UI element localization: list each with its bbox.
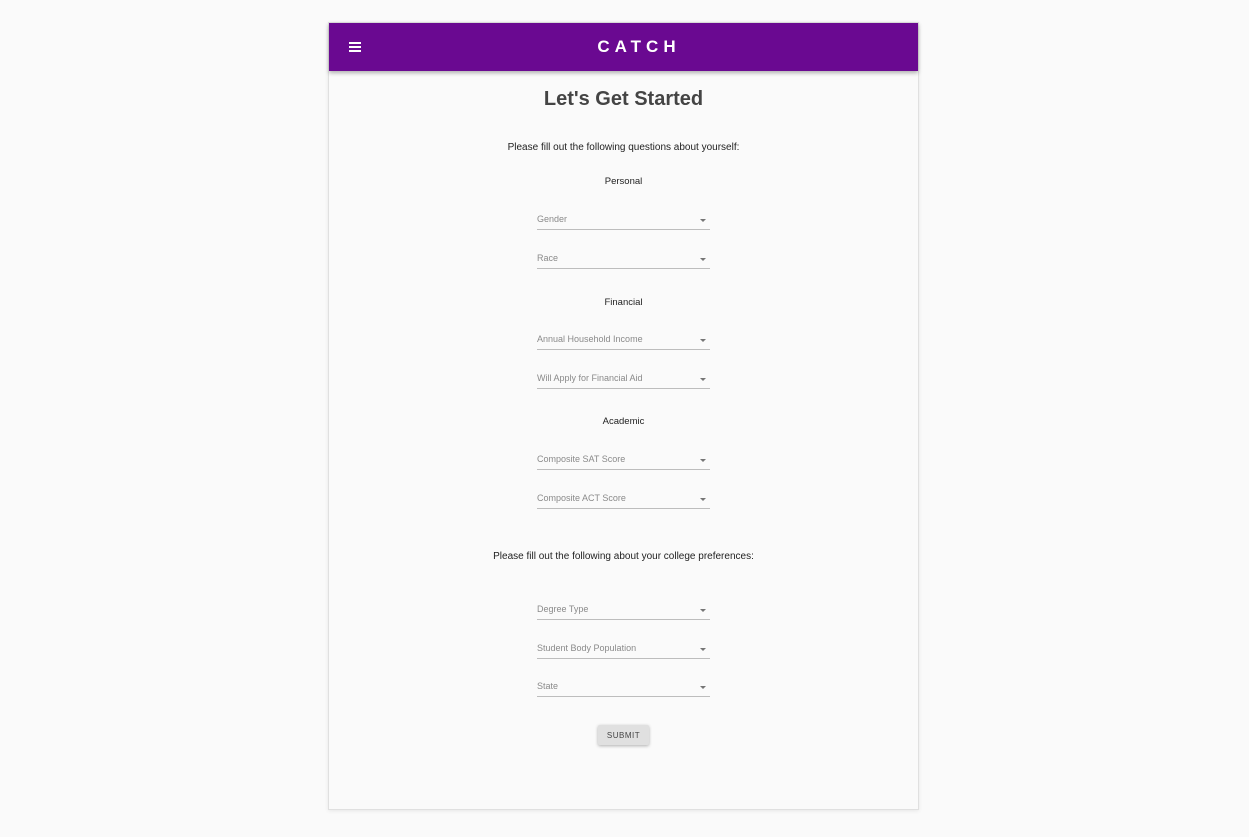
degree-type-select-label: Degree Type: [537, 604, 589, 614]
section-label-academic: Academic: [602, 416, 645, 427]
dropdown-arrow-icon: [700, 609, 706, 612]
dropdown-arrow-icon: [700, 378, 706, 381]
dropdown-arrow-icon: [700, 498, 706, 501]
race-select[interactable]: Race: [537, 252, 710, 269]
financial-aid-select[interactable]: Will Apply for Financial Aid: [537, 372, 710, 389]
dropdown-arrow-icon: [700, 686, 706, 689]
financial-aid-select-label: Will Apply for Financial Aid: [537, 373, 643, 383]
act-score-select-label: Composite ACT Score: [537, 493, 626, 503]
dropdown-arrow-icon: [700, 648, 706, 651]
submit-button[interactable]: SUBMIT: [598, 725, 649, 745]
race-select-label: Race: [537, 253, 559, 263]
intro-about-yourself: Please fill out the following questions …: [507, 142, 740, 153]
gender-select[interactable]: Gender: [537, 213, 710, 230]
app-bar: CATCH: [329, 23, 918, 71]
student-population-select-label: Student Body Population: [537, 643, 637, 653]
dropdown-arrow-icon: [700, 339, 706, 342]
degree-type-select[interactable]: Degree Type: [537, 603, 710, 620]
income-select[interactable]: Annual Household Income: [537, 333, 710, 350]
gender-select-label: Gender: [537, 214, 568, 224]
sat-score-select-label: Composite SAT Score: [537, 454, 626, 464]
dropdown-arrow-icon: [700, 219, 706, 222]
intro-college-preferences: Please fill out the following about your…: [493, 551, 754, 562]
page-title: Let's Get Started: [543, 88, 704, 110]
state-select[interactable]: State: [537, 680, 710, 697]
act-score-select[interactable]: Composite ACT Score: [537, 492, 710, 509]
dropdown-arrow-icon: [700, 258, 706, 261]
dropdown-arrow-icon: [700, 459, 706, 462]
section-label-personal: Personal: [604, 176, 643, 187]
student-population-select[interactable]: Student Body Population: [537, 642, 710, 659]
app-title: CATCH: [597, 37, 681, 56]
state-select-label: State: [537, 681, 559, 691]
sat-score-select[interactable]: Composite SAT Score: [537, 453, 710, 470]
main-card: CATCH Let's Get Started Please fill out …: [328, 22, 919, 810]
income-select-label: Annual Household Income: [537, 334, 643, 344]
section-label-financial: Financial: [604, 297, 643, 308]
